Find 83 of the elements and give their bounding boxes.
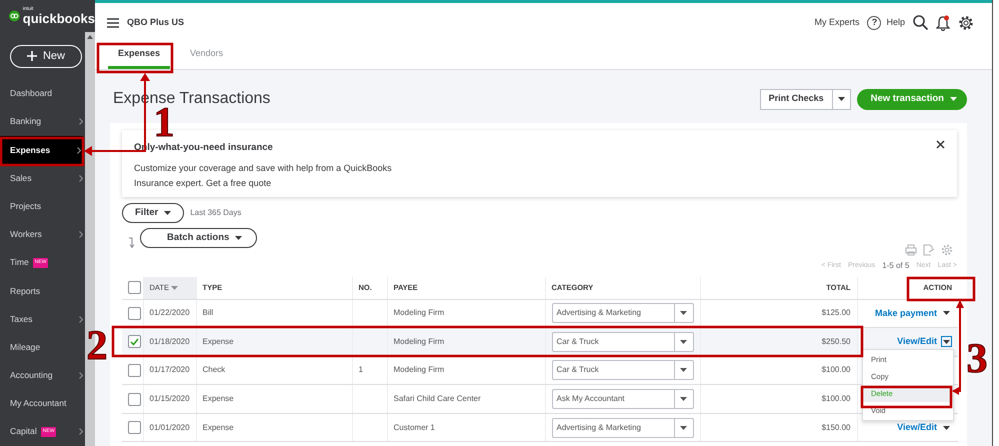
action-link[interactable]: View/Edit [897,335,937,349]
category-select[interactable]: Car & Truck [552,360,694,380]
table-cell: Expense [196,328,352,356]
close-button[interactable] [936,138,945,152]
quote-link[interactable]: Get a free quote [206,178,272,188]
table-cell: 01/22/2020 [143,299,196,328]
table-cell: 01/17/2020 [143,356,196,385]
table-cell: 01/15/2020 [143,384,196,414]
table-cell: Check [196,356,352,385]
brand-name: quickbooks [22,12,95,25]
step-number: 2 [86,323,108,369]
menu-icon[interactable] [107,18,119,28]
table-cell: Bill [196,299,352,328]
caret-icon [838,96,845,101]
checkbox[interactable] [128,364,141,377]
table-cell: Modeling Firm [387,299,545,328]
checkbox[interactable] [128,335,141,348]
sidebar-item[interactable]: Dashboard [0,80,85,108]
sort-arrow-icon[interactable] [128,237,137,248]
table-cell: $250.50 [700,328,857,356]
scroll-up-icon[interactable] [87,34,93,39]
table-cell: Expense [196,384,352,414]
sidebar-item[interactable]: Banking [0,108,85,136]
sidebar-item[interactable]: Sales [0,164,85,192]
step-number: 3 [966,336,988,382]
table-cell: 1 [352,356,387,385]
caret-icon [943,340,950,344]
action-link[interactable]: View/Edit [897,420,937,434]
sidebar-item[interactable]: Workers [0,220,85,249]
table-cell: Safari Child Care Center [387,384,545,414]
caret-icon [943,426,950,430]
caret-icon [943,311,950,316]
sidebar-item[interactable]: Taxes [0,305,85,334]
my-experts-link[interactable]: My Experts [814,16,860,30]
checkbox[interactable] [128,306,141,320]
table-cell: $150.00 [700,413,857,442]
table-cell: Modeling Firm [387,356,545,385]
company-name: QBO Plus US [127,16,184,29]
category-select[interactable]: Advertising & Marketing [552,418,694,438]
page-range: 1-5 of 5 [882,260,910,272]
date-range: Last 365 Days [190,207,242,219]
table-cell: Customer 1 [387,413,545,442]
batch-actions-button[interactable]: Batch actions [140,228,258,248]
highlight-box [906,276,976,302]
caret-icon [680,397,687,402]
table-cell: 01/01/2020 [143,413,196,442]
category-select[interactable]: Car & Truck [552,332,694,352]
search-icon[interactable] [913,15,928,30]
promo-text: Customize your coverage and save with help from a QuickBooks Insurance expert. Get a free quote [134,162,393,190]
close-icon [936,140,945,150]
sidebar-item[interactable]: Projects [0,192,85,220]
table-cell: Expense [196,413,352,442]
checkbox[interactable] [128,392,141,406]
sidebar-item[interactable]: My Accountant [0,390,85,418]
caret-icon [164,211,172,215]
action-link[interactable]: Make payment [874,306,937,320]
checkbox[interactable] [128,421,141,434]
category-select[interactable]: Advertising & Marketing [552,303,694,324]
caret-icon [680,340,687,344]
dropdown-button[interactable] [941,336,952,348]
sidebar-item[interactable]: Reports [0,276,85,306]
table-cell: $100.00 [700,356,857,385]
help-icon[interactable]: ? [867,16,882,30]
caret-icon [680,426,687,430]
new-button[interactable]: New [10,44,82,68]
help-link[interactable]: Help [886,16,905,30]
bell-icon[interactable] [936,14,950,30]
sidebar-item[interactable]: Accounting [0,361,85,390]
category-select[interactable]: Ask My Accountant [552,389,694,410]
caret-icon [680,368,687,372]
settings-icon[interactable] [958,14,974,30]
caret-icon [680,311,687,316]
caret-icon [950,97,957,101]
table-cell: $100.00 [700,384,857,414]
checkbox[interactable] [128,281,141,294]
table-cell: Modeling Firm [387,328,545,356]
table-cell: $125.00 [700,299,857,328]
sidebar-item[interactable]: Mileage [0,333,85,362]
caret-icon [235,236,242,240]
logo-icon [9,8,20,23]
filter-button[interactable]: Filter [122,203,184,223]
plus-icon [26,51,37,62]
table-cell: 01/18/2020 [143,328,196,356]
